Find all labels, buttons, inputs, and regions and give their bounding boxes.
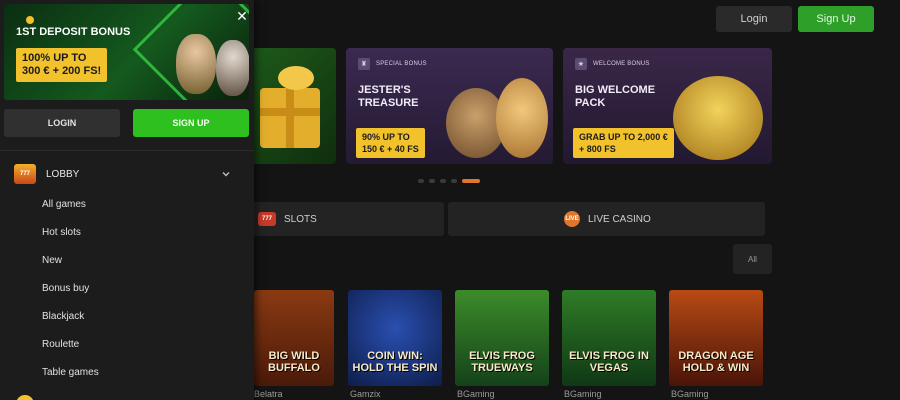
casino-page: Login Sign Up ♜ SPECIAL BONUS JESTER'S T… xyxy=(0,0,900,400)
banner-tag: ★ WELCOME BONUS xyxy=(575,58,650,70)
chevron-down-icon[interactable] xyxy=(220,168,232,180)
sidebar-item-label: LOBBY xyxy=(46,168,80,180)
category-label: SLOTS xyxy=(284,213,317,225)
banner-offer: GRAB UP TO 2,000 € + 800 FS xyxy=(573,128,674,158)
gift-bow-image xyxy=(278,66,314,90)
banner-offer-line2: + 800 FS xyxy=(579,144,616,154)
lobby-submenu: All games Hot slots New Bonus buy Blackj… xyxy=(42,198,99,394)
game-tile[interactable]: DRAGON AGE HOLD & WIN xyxy=(669,290,763,386)
promo-banner-welcome-pack[interactable]: ★ WELCOME BONUS BIG WELCOME PACK GRAB UP… xyxy=(563,48,772,164)
carousel-dot[interactable] xyxy=(418,179,424,183)
banner-title: JESTER'S TREASURE xyxy=(358,84,419,109)
divider xyxy=(0,150,254,151)
filter-all-button[interactable]: All xyxy=(733,244,772,274)
sidebar-signup-button[interactable]: SIGN UP xyxy=(133,109,249,137)
banner-offer-line1: 90% UP TO xyxy=(362,132,410,142)
sidebar-item-blackjack[interactable]: Blackjack xyxy=(42,310,99,338)
live-casino-icon: LIVE xyxy=(564,211,580,227)
game-provider: BGaming xyxy=(457,389,495,399)
banner-offer-line1: GRAB UP TO 2,000 € xyxy=(579,132,668,142)
special-bonus-icon: ♜ xyxy=(358,58,370,70)
sidebar-item-roulette[interactable]: Roulette xyxy=(42,338,99,366)
promo-character-image xyxy=(176,34,216,94)
carousel-dot[interactable] xyxy=(429,179,435,183)
banner-tag-label: SPECIAL BONUS xyxy=(376,61,427,67)
header-login-button[interactable]: Login xyxy=(716,6,792,32)
close-icon[interactable]: ✕ xyxy=(234,8,249,24)
game-provider: Gamzix xyxy=(350,389,381,399)
category-label: LIVE CASINO xyxy=(588,213,651,225)
promo-offer-line1: 100% UP TO xyxy=(22,52,87,64)
promotions-icon[interactable] xyxy=(16,395,34,400)
knight-character-image xyxy=(673,76,763,160)
banner-offer-line2: 150 € + 40 FS xyxy=(362,144,419,154)
sidebar-item-all-games[interactable]: All games xyxy=(42,198,99,226)
category-tab-slots[interactable]: 777 SLOTS xyxy=(250,202,444,236)
sidebar-item-lobby[interactable]: 777 LOBBY xyxy=(14,162,238,186)
game-tile[interactable]: ELVIS FROG IN VEGAS xyxy=(562,290,656,386)
game-title: DRAGON AGE HOLD & WIN xyxy=(678,350,754,374)
promo-character-image xyxy=(216,40,249,96)
promo-offer: 100% UP TO 300 € + 200 FS! xyxy=(16,48,108,82)
sidebar-login-button[interactable]: LOGIN xyxy=(4,109,120,137)
header-signup-button[interactable]: Sign Up xyxy=(798,6,874,32)
lobby-slot-icon: 777 xyxy=(14,164,36,184)
banner-offer: 90% UP TO 150 € + 40 FS xyxy=(356,128,425,158)
coin-icon xyxy=(26,16,34,24)
game-provider: BGaming xyxy=(671,389,709,399)
promo-banner-jesters-treasure[interactable]: ♜ SPECIAL BONUS JESTER'S TREASURE 90% UP… xyxy=(346,48,553,164)
game-title: ELVIS FROG IN VEGAS xyxy=(569,350,649,374)
promo-title: 1ST DEPOSIT BONUS xyxy=(16,26,131,38)
sidebar-item-bonus-buy[interactable]: Bonus buy xyxy=(42,282,99,310)
carousel-dot[interactable] xyxy=(451,179,457,183)
promo-banner-gift[interactable] xyxy=(250,48,336,164)
category-tab-live-casino[interactable]: LIVE LIVE CASINO xyxy=(448,202,765,236)
promo-offer-line2: 300 € + 200 FS! xyxy=(22,65,102,77)
carousel-dot[interactable] xyxy=(440,179,446,183)
carousel-dot-active[interactable] xyxy=(462,179,480,183)
game-title: BIG WILD BUFFALO xyxy=(268,350,320,374)
deposit-bonus-promo[interactable]: 1ST DEPOSIT BONUS 100% UP TO 300 € + 200… xyxy=(4,4,249,100)
side-menu: 1ST DEPOSIT BONUS 100% UP TO 300 € + 200… xyxy=(0,0,254,400)
sidebar-item-new[interactable]: New xyxy=(42,254,99,282)
welcome-bonus-icon: ★ xyxy=(575,58,587,70)
game-title: COIN WIN: HOLD THE SPIN xyxy=(352,350,438,374)
sidebar-item-table-games[interactable]: Table games xyxy=(42,366,99,394)
banner-tag-label: WELCOME BONUS xyxy=(593,61,650,67)
slots-777-icon: 777 xyxy=(258,212,276,226)
game-tile[interactable]: COIN WIN: HOLD THE SPIN xyxy=(348,290,442,386)
jester-character-image xyxy=(496,78,548,158)
game-tile[interactable]: BIG WILD BUFFALO xyxy=(254,290,334,386)
carousel-dots xyxy=(418,179,480,183)
game-provider: Belatra xyxy=(254,389,283,399)
game-provider: BGaming xyxy=(564,389,602,399)
game-title: ELVIS FROG TRUEWAYS xyxy=(469,350,535,374)
game-tile[interactable]: ELVIS FROG TRUEWAYS xyxy=(455,290,549,386)
gift-box-image xyxy=(260,88,320,148)
banner-tag: ♜ SPECIAL BONUS xyxy=(358,58,427,70)
banner-title: BIG WELCOME PACK xyxy=(575,84,656,109)
sidebar-item-hot-slots[interactable]: Hot slots xyxy=(42,226,99,254)
